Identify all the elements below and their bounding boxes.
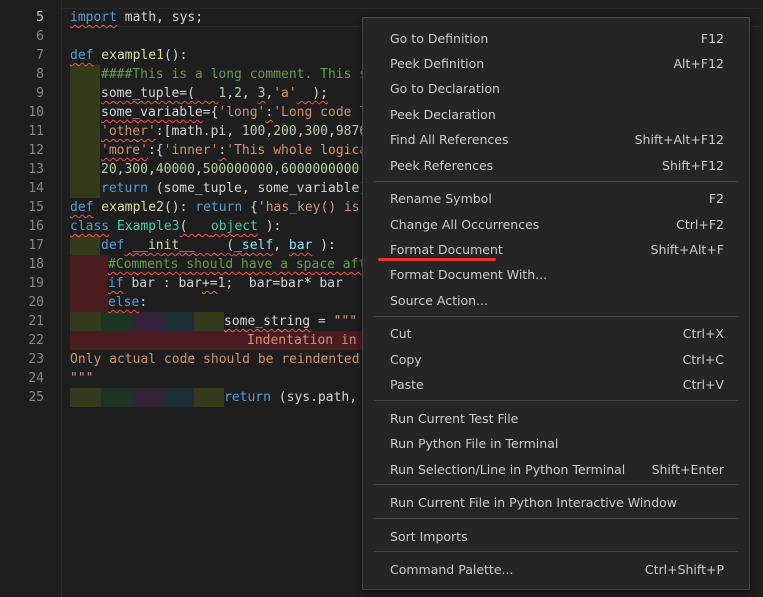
annotation-underline — [378, 258, 496, 261]
menu-item-go-to-declaration[interactable]: Go to Declaration — [363, 77, 749, 101]
line-number: 8 — [36, 67, 44, 82]
menu-item-peek-references[interactable]: Peek References Shift+F12 — [363, 154, 749, 178]
menu-item-command-palette[interactable]: Command Palette... Ctrl+Shift+P — [363, 558, 749, 582]
menu-item-paste[interactable]: Paste Ctrl+V — [363, 373, 749, 397]
menu-item-find-all-references[interactable]: Find All References Shift+Alt+F12 — [363, 128, 749, 152]
menu-separator — [374, 518, 738, 519]
menu-item-peek-declaration[interactable]: Peek Declaration — [363, 103, 749, 127]
line-number: 23 — [28, 352, 44, 367]
line-number: 18 — [28, 257, 44, 272]
menu-separator — [374, 484, 738, 485]
line-number: 24 — [28, 371, 44, 386]
menu-item-change-all-occurrences[interactable]: Change All Occurrences Ctrl+F2 — [363, 213, 749, 237]
line-number: 16 — [28, 219, 44, 234]
line-number: 17 — [28, 238, 44, 253]
line-number: 22 — [28, 333, 44, 348]
menu-separator — [374, 400, 738, 401]
menu-separator — [374, 551, 738, 552]
menu-item-sort-imports[interactable]: Sort Imports — [363, 525, 749, 549]
line-number: 5 — [36, 10, 44, 25]
menu-item-cut[interactable]: Cut Ctrl+X — [363, 322, 749, 346]
line-number: 15 — [28, 200, 44, 215]
line-number: 11 — [28, 124, 44, 139]
line-number: 19 — [28, 276, 44, 291]
menu-item-copy[interactable]: Copy Ctrl+C — [363, 348, 749, 372]
line-number: 13 — [28, 162, 44, 177]
context-menu: Go to Definition F12 Peek Definition Alt+F… — [362, 17, 750, 590]
menu-separator — [374, 316, 738, 317]
menu-item-run-in-interactive-window[interactable]: Run Current File in Python Interactive W… — [363, 491, 749, 515]
menu-separator — [374, 181, 738, 182]
line-number: 10 — [28, 105, 44, 120]
line-number: 25 — [28, 390, 44, 405]
menu-item-source-action[interactable]: Source Action... — [363, 289, 749, 313]
line-number: 12 — [28, 143, 44, 158]
menu-item-peek-definition[interactable]: Peek Definition Alt+F12 — [363, 52, 749, 76]
menu-item-go-to-definition[interactable]: Go to Definition F12 — [363, 27, 749, 51]
menu-item-run-selection-in-terminal[interactable]: Run Selection/Line in Python Terminal Shi… — [363, 458, 749, 482]
line-number: 7 — [36, 48, 44, 63]
menu-item-format-document-with[interactable]: Format Document With... — [363, 263, 749, 287]
line-number: 20 — [28, 295, 44, 310]
line-number: 21 — [28, 314, 44, 329]
menu-item-rename-symbol[interactable]: Rename Symbol F2 — [363, 187, 749, 211]
line-number: 6 — [36, 29, 44, 44]
menu-item-run-current-test-file[interactable]: Run Current Test File — [363, 407, 749, 431]
menu-item-run-python-file-in-terminal[interactable]: Run Python File in Terminal — [363, 432, 749, 456]
line-number: 14 — [28, 181, 44, 196]
line-number: 9 — [36, 86, 44, 101]
